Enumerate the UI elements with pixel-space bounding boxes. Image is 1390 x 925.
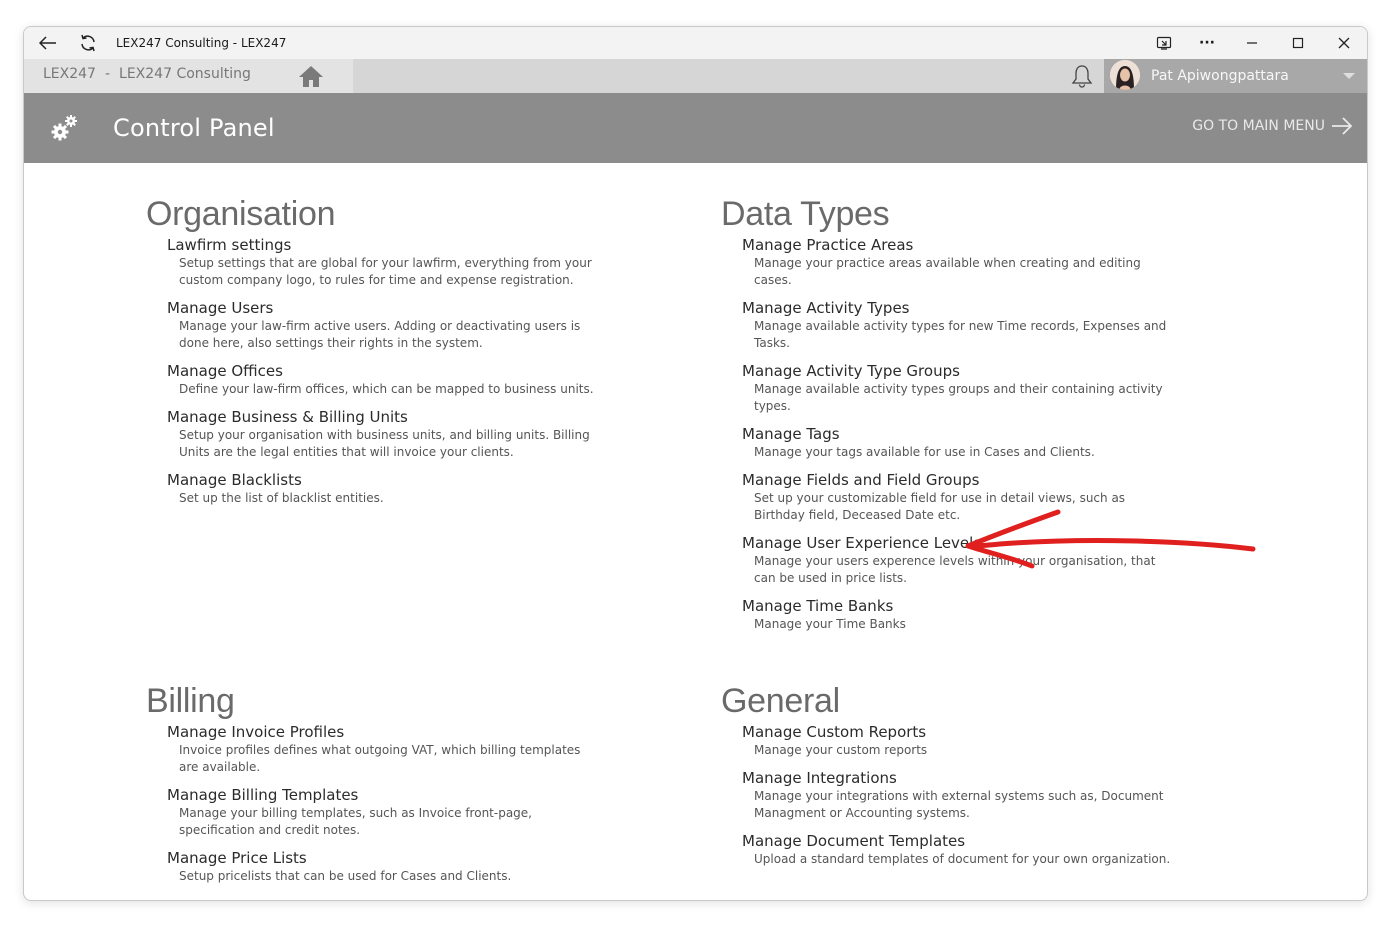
list-item: Manage Billing Templates Manage your bil… (167, 786, 599, 839)
user-menu[interactable]: Pat Apiwongpattara (1104, 59, 1367, 93)
breadcrumb-app: LEX247 (43, 66, 96, 82)
go-to-main-menu-label: GO TO MAIN MENU (1192, 118, 1325, 134)
item-description: Set up your customizable field for use i… (754, 491, 1126, 522)
arrow-right-icon (1332, 117, 1353, 135)
manage-document-templates-link[interactable]: Manage Document Templates (742, 832, 1174, 851)
section-data-types: Data Types Manage Practice Areas Manage … (721, 195, 1174, 633)
window-title: LEX247 Consulting - LEX247 (116, 36, 287, 50)
list-item: Manage Fields and Field Groups Set up yo… (742, 471, 1174, 524)
list-item: Manage Activity Type Groups Manage avail… (742, 362, 1174, 415)
app-window: LEX247 Consulting - LEX247 ··· LEX247- LE… (23, 26, 1368, 901)
manage-invoice-profiles-link[interactable]: Manage Invoice Profiles (167, 723, 599, 742)
item-description: Manage available activity types for new … (754, 319, 1167, 350)
chevron-down-icon (1343, 73, 1355, 79)
avatar (1110, 60, 1140, 90)
item-description: Manage your integrations with external s… (754, 789, 1164, 820)
item-description: Upload a standard templates of document … (754, 852, 1171, 866)
item-description: Define your law-firm offices, which can … (179, 382, 594, 396)
section-title: General (721, 682, 840, 720)
item-description: Manage your practice areas available whe… (754, 256, 1141, 287)
item-description: Manage your tags available for use in Ca… (754, 445, 1095, 459)
section-title: Billing (146, 682, 235, 720)
list-item: Manage User Experience Levels Manage you… (742, 534, 1174, 587)
item-description: Invoice profiles defines what outgoing V… (179, 743, 581, 774)
page-title: Control Panel (113, 114, 275, 142)
manage-tags-link[interactable]: Manage Tags (742, 425, 1174, 444)
breadcrumb-separator: - (104, 66, 111, 82)
manage-activity-types-link[interactable]: Manage Activity Types (742, 299, 1174, 318)
manage-billing-templates-link[interactable]: Manage Billing Templates (167, 786, 599, 805)
back-arrow-icon[interactable] (28, 27, 68, 59)
list-item: Manage Practice Areas Manage your practi… (742, 236, 1174, 289)
home-button[interactable] (269, 59, 353, 93)
section-title: Data Types (721, 195, 890, 233)
item-description: Manage your custom reports (754, 743, 928, 757)
list-item: Manage Invoice Profiles Invoice profiles… (167, 723, 599, 776)
more-options-icon[interactable]: ··· (1187, 27, 1227, 59)
list-item: Manage Activity Types Manage available a… (742, 299, 1174, 352)
app-bar: LEX247- LEX247 Consulting Pat Apiwongpatt… (24, 59, 1367, 93)
list-item: Manage Business & Billing Units Setup yo… (167, 408, 599, 461)
bell-icon (1071, 65, 1093, 88)
manage-fields-link[interactable]: Manage Fields and Field Groups (742, 471, 1174, 490)
item-description: Setup settings that are global for your … (179, 256, 592, 287)
list-item: Manage Users Manage your law-firm active… (167, 299, 599, 352)
list-item: Lawfirm settings Setup settings that are… (167, 236, 599, 289)
list-item: Manage Price Lists Setup pricelists that… (167, 849, 599, 885)
go-to-main-menu-link[interactable]: GO TO MAIN MENU (1192, 117, 1353, 135)
item-description: Manage your billing templates, such as I… (179, 806, 532, 837)
lawfirm-settings-link[interactable]: Lawfirm settings (167, 236, 599, 255)
manage-price-lists-link[interactable]: Manage Price Lists (167, 849, 599, 868)
item-description: Manage your Time Banks (754, 617, 906, 631)
manage-business-billing-units-link[interactable]: Manage Business & Billing Units (167, 408, 599, 427)
item-description: Setup your organisation with business un… (179, 428, 590, 459)
notifications-button[interactable] (1069, 63, 1095, 89)
list-item: Manage Blacklists Set up the list of bla… (167, 471, 599, 507)
list-item: Manage Offices Define your law-firm offi… (167, 362, 599, 398)
manage-blacklists-link[interactable]: Manage Blacklists (167, 471, 599, 490)
section-organisation: Organisation Lawfirm settings Setup sett… (146, 195, 599, 507)
list-item: Manage Integrations Manage your integrat… (742, 769, 1174, 822)
manage-offices-link[interactable]: Manage Offices (167, 362, 599, 381)
maximize-icon[interactable] (1278, 27, 1318, 59)
list-item: Manage Time Banks Manage your Time Banks (742, 597, 1174, 633)
section-general: General Manage Custom Reports Manage you… (721, 682, 1174, 868)
list-item: Manage Document Templates Upload a stand… (742, 832, 1174, 868)
list-item: Manage Tags Manage your tags available f… (742, 425, 1174, 461)
manage-practice-areas-link[interactable]: Manage Practice Areas (742, 236, 1174, 255)
manage-user-experience-levels-link[interactable]: Manage User Experience Levels (742, 534, 1174, 553)
manage-custom-reports-link[interactable]: Manage Custom Reports (742, 723, 1174, 742)
control-panel-header: Control Panel GO TO MAIN MENU (24, 93, 1367, 163)
refresh-icon[interactable] (68, 27, 108, 59)
manage-integrations-link[interactable]: Manage Integrations (742, 769, 1174, 788)
item-description: Manage available activity types groups a… (754, 382, 1163, 413)
manage-time-banks-link[interactable]: Manage Time Banks (742, 597, 1174, 616)
breadcrumb[interactable]: LEX247- LEX247 Consulting (24, 59, 269, 93)
section-title: Organisation (146, 195, 336, 233)
cast-icon[interactable] (1144, 27, 1184, 59)
user-name: Pat Apiwongpattara (1151, 68, 1289, 84)
breadcrumb-firm: LEX247 Consulting (119, 66, 251, 82)
section-billing: Billing Manage Invoice Profiles Invoice … (146, 682, 599, 885)
item-description: Manage your users experence levels withi… (754, 554, 1156, 585)
manage-activity-type-groups-link[interactable]: Manage Activity Type Groups (742, 362, 1174, 381)
item-description: Manage your law-firm active users. Addin… (179, 319, 581, 350)
item-description: Setup pricelists that can be used for Ca… (179, 869, 512, 883)
home-icon (299, 66, 323, 87)
gears-icon (51, 115, 77, 141)
item-description: Set up the list of blacklist entities. (179, 491, 384, 505)
list-item: Manage Custom Reports Manage your custom… (742, 723, 1174, 759)
manage-users-link[interactable]: Manage Users (167, 299, 599, 318)
title-bar: LEX247 Consulting - LEX247 ··· (24, 27, 1367, 59)
minimize-icon[interactable] (1232, 27, 1272, 59)
close-icon[interactable] (1324, 27, 1364, 59)
